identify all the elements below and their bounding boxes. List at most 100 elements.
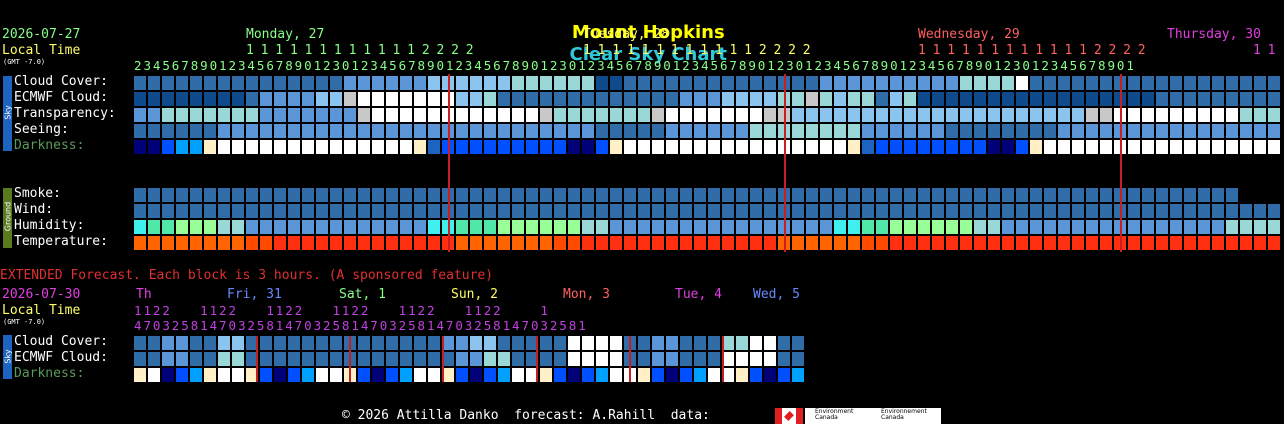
forecast-cell[interactable] [708,204,720,218]
forecast-cell[interactable] [302,92,314,106]
forecast-cell[interactable] [722,220,734,234]
forecast-cell[interactable] [1072,76,1084,90]
forecast-cell[interactable] [848,220,860,234]
forecast-cell[interactable] [204,220,216,234]
forecast-cell[interactable] [498,76,510,90]
forecast-cell[interactable] [876,108,888,122]
forecast-cell[interactable] [526,124,538,138]
forecast-cell[interactable] [358,188,370,202]
forecast-cell[interactable] [568,220,580,234]
forecast-cell[interactable] [218,220,230,234]
forecast-cell[interactable] [680,352,692,366]
forecast-cell[interactable] [232,108,244,122]
forecast-cell[interactable] [204,124,216,138]
forecast-cell[interactable] [344,124,356,138]
forecast-cell[interactable] [274,76,286,90]
forecast-cell[interactable] [582,204,594,218]
forecast-cell[interactable] [260,92,272,106]
forecast-cell[interactable] [316,220,328,234]
forecast-cell[interactable] [330,220,342,234]
forecast-cell[interactable] [890,188,902,202]
forecast-cell[interactable] [694,188,706,202]
forecast-cell[interactable] [778,352,790,366]
forecast-cell[interactable] [764,352,776,366]
forecast-cell[interactable] [414,204,426,218]
forecast-cell[interactable] [862,108,874,122]
forecast-cell[interactable] [456,76,468,90]
forecast-cell[interactable] [512,92,524,106]
forecast-cell[interactable] [960,108,972,122]
forecast-cell[interactable] [848,204,860,218]
forecast-cell[interactable] [624,220,636,234]
forecast-cell[interactable] [1058,220,1070,234]
forecast-cell[interactable] [190,140,202,154]
forecast-cell[interactable] [414,352,426,366]
forecast-cell[interactable] [386,204,398,218]
forecast-cell[interactable] [1100,124,1112,138]
forecast-cell[interactable] [1268,124,1280,138]
forecast-cell[interactable] [1212,76,1224,90]
forecast-cell[interactable] [1184,140,1196,154]
forecast-cell[interactable] [148,352,160,366]
forecast-cell[interactable] [652,108,664,122]
forecast-cell[interactable] [946,92,958,106]
forecast-cell[interactable] [736,236,748,250]
forecast-cell[interactable] [204,204,216,218]
forecast-cell[interactable] [330,336,342,350]
forecast-cell[interactable] [134,92,146,106]
forecast-cell[interactable] [1184,236,1196,250]
forecast-cell[interactable] [890,92,902,106]
forecast-cell[interactable] [834,124,846,138]
forecast-cell[interactable] [708,352,720,366]
forecast-cell[interactable] [806,236,818,250]
forecast-cell[interactable] [582,336,594,350]
forecast-cell[interactable] [162,140,174,154]
forecast-cell[interactable] [680,204,692,218]
forecast-cell[interactable] [666,368,678,382]
forecast-cell[interactable] [162,108,174,122]
forecast-cell[interactable] [1002,236,1014,250]
forecast-cell[interactable] [428,124,440,138]
forecast-cell[interactable] [484,140,496,154]
forecast-cell[interactable] [1072,108,1084,122]
forecast-cell[interactable] [722,76,734,90]
forecast-cell[interactable] [1058,140,1070,154]
forecast-cell[interactable] [568,336,580,350]
forecast-cell[interactable] [330,124,342,138]
forecast-cell[interactable] [204,92,216,106]
forecast-cell[interactable] [806,92,818,106]
forecast-cell[interactable] [414,108,426,122]
forecast-cell[interactable] [862,236,874,250]
forecast-cell[interactable] [792,336,804,350]
forecast-cell[interactable] [1100,140,1112,154]
forecast-cell[interactable] [834,220,846,234]
forecast-cell[interactable] [694,236,706,250]
forecast-cell[interactable] [470,220,482,234]
forecast-cell[interactable] [148,220,160,234]
forecast-cell[interactable] [666,108,678,122]
forecast-cell[interactable] [232,188,244,202]
forecast-cell[interactable] [932,92,944,106]
forecast-cell[interactable] [862,204,874,218]
forecast-cell[interactable] [526,188,538,202]
forecast-cell[interactable] [1128,236,1140,250]
forecast-cell[interactable] [610,236,622,250]
forecast-cell[interactable] [820,124,832,138]
forecast-cell[interactable] [806,124,818,138]
forecast-cell[interactable] [1002,124,1014,138]
forecast-cell[interactable] [1226,236,1238,250]
forecast-cell[interactable] [470,188,482,202]
forecast-cell[interactable] [974,220,986,234]
forecast-cell[interactable] [232,76,244,90]
forecast-cell[interactable] [554,236,566,250]
forecast-cell[interactable] [540,76,552,90]
forecast-cell[interactable] [1240,236,1252,250]
forecast-cell[interactable] [554,204,566,218]
forecast-cell[interactable] [596,236,608,250]
forecast-cell[interactable] [1002,140,1014,154]
forecast-cell[interactable] [428,236,440,250]
forecast-cell[interactable] [260,368,272,382]
forecast-cell[interactable] [666,140,678,154]
forecast-cell[interactable] [974,236,986,250]
forecast-cell[interactable] [624,124,636,138]
